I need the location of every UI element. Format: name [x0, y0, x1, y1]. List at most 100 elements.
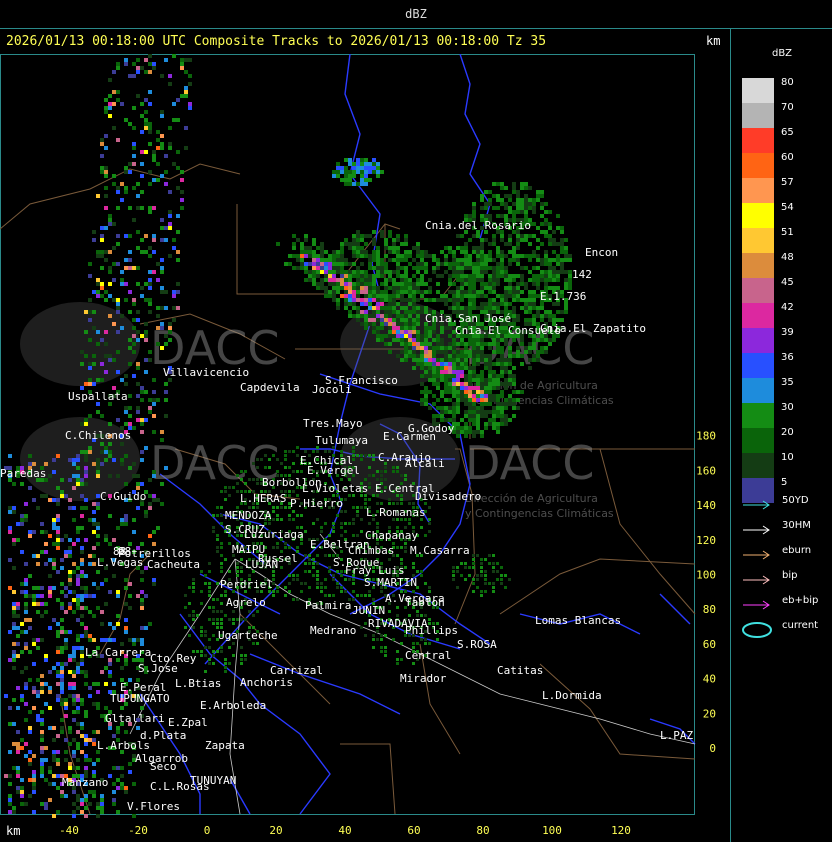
legend-value-10: 10: [781, 452, 794, 463]
track-arrow-icon: [743, 500, 770, 510]
legend-track-eb+bip: eb+bip: [741, 593, 831, 610]
legend-value-5: 5: [781, 477, 788, 488]
y-tick-label: 120: [696, 534, 716, 547]
y-tick-label: 20: [703, 707, 716, 720]
place-label: Alcali: [405, 457, 445, 470]
place-label: Agrelo: [226, 596, 266, 609]
legend-track-label: 50YD: [782, 495, 809, 506]
place-label: Gltallari: [105, 712, 165, 725]
composite-tracks-subtitle: 2026/01/13 00:18:00 UTC Composite Tracks…: [6, 34, 547, 49]
legend-swatch-30: [742, 403, 774, 428]
place-label: Luzuriaga: [244, 528, 304, 541]
x-tick-label: 40: [338, 824, 351, 837]
place-label: S.ROSA: [457, 638, 497, 651]
legend-value-35: 35: [781, 377, 794, 388]
legend-track-label: 30HM: [782, 520, 811, 531]
track-arrow-icon: [743, 575, 770, 585]
x-tick-label: 0: [204, 824, 211, 837]
place-label: Seco: [150, 760, 177, 773]
watermark-line2-2: y Contingencias Climáticas: [465, 507, 614, 520]
x-axis-ticks: -40 -20 0 20 40 60 80 100 120: [59, 824, 631, 837]
place-label: G.Godoy: [408, 422, 455, 435]
place-label: L.Dormida: [542, 689, 602, 702]
place-label: Uspallata: [68, 390, 128, 403]
y-tick-label: 180: [696, 430, 716, 443]
place-label: L.HERAS: [240, 492, 286, 505]
place-label: JUNIN: [352, 604, 385, 617]
place-label: Medrano: [310, 624, 356, 637]
place-label: Ugarteche: [218, 629, 278, 642]
place-label: La Carrera: [85, 646, 151, 659]
place-label: L.Violetas: [302, 482, 368, 495]
place-label: d.Plata: [140, 729, 186, 742]
legend-swatch-57: [742, 178, 774, 203]
place-label: Mirador: [400, 672, 447, 685]
legend-value-48: 48: [781, 252, 794, 263]
place-label: L.PAZ: [660, 729, 693, 742]
legend-value-51: 51: [781, 227, 794, 238]
legend-value-70: 70: [781, 102, 794, 113]
x-tick-label: 120: [611, 824, 631, 837]
track-arrow-icon: [743, 525, 770, 535]
y-axis-ticks: 180 160 140 120 100 80 60 40 20 0: [696, 430, 716, 755]
watermark-line1-2: Dirección de Agricultura: [465, 492, 598, 505]
place-label: Anchoris: [240, 676, 293, 689]
place-label: Catitas: [497, 664, 543, 677]
x-tick-label: 80: [476, 824, 489, 837]
km-unit-label-top: km: [706, 34, 721, 48]
place-label: L.Btias: [175, 677, 221, 690]
place-label: TUPUNGATO: [110, 692, 170, 705]
window-title: dBZ: [0, 0, 832, 29]
place-label: E.Zpal: [168, 716, 208, 729]
x-tick-label: -40: [59, 824, 79, 837]
legend-swatch-48: [742, 253, 774, 278]
legend-track-50YD: 50YD: [741, 493, 831, 510]
legend-track-label: current: [782, 620, 819, 631]
place-label: Cnia.El Zapatito: [540, 322, 646, 335]
place-label: C.L.Rosas: [150, 780, 210, 793]
legend-swatch-65: [742, 128, 774, 153]
legend-swatch-51: [742, 228, 774, 253]
x-tick-label: 60: [407, 824, 420, 837]
legend-value-54: 54: [781, 202, 794, 213]
legend-swatch-10: [742, 453, 774, 478]
legend-swatch-70: [742, 103, 774, 128]
place-label: Paredas: [0, 467, 46, 480]
radar-map[interactable]: DACC DACC Dirección de Agricultura y Con…: [0, 54, 730, 842]
legend-track-label: eb+bip: [782, 595, 819, 606]
legend-track-label: bip: [782, 570, 798, 581]
x-tick-label: 100: [542, 824, 562, 837]
place-label: Tablon: [405, 596, 445, 609]
legend-swatch-80: [742, 78, 774, 103]
legend-track-eburn: eburn: [741, 543, 831, 560]
place-label: Chapanay: [365, 529, 418, 542]
place-label: Villavicencio: [163, 366, 249, 379]
x-tick-label: -20: [128, 824, 148, 837]
place-label: S.Jose: [138, 662, 178, 675]
place-label: L.Romanas: [366, 506, 426, 519]
place-label: Central: [405, 649, 451, 662]
place-label: MENDOZA: [225, 509, 272, 522]
y-tick-label: 160: [696, 464, 716, 477]
radar-display: dBZ 2026/01/13 00:18:00 UTC Composite Tr…: [0, 0, 832, 842]
legend-value-45: 45: [781, 277, 794, 288]
legend-swatch-54: [742, 203, 774, 228]
place-label: C.Guido: [100, 490, 146, 503]
track-arrow-icon: [743, 600, 770, 610]
place-label: Cacheuta: [147, 558, 200, 571]
legend-value-39: 39: [781, 327, 794, 338]
y-tick-label: 40: [703, 673, 716, 686]
place-label: E.Arboleda: [200, 699, 266, 712]
legend-swatch-60: [742, 153, 774, 178]
place-label: Cnia.del Rosario: [425, 219, 531, 232]
legend-title: dBZ: [771, 48, 793, 59]
place-label: Capdevila: [240, 381, 300, 394]
legend-swatch-45: [742, 278, 774, 303]
place-label: Palmira: [305, 599, 351, 612]
y-tick-label: 80: [703, 603, 716, 616]
place-label: 142: [572, 268, 592, 281]
legend-value-60: 60: [781, 152, 794, 163]
y-tick-label: 100: [696, 569, 716, 582]
place-label: Russel: [258, 552, 298, 565]
watermark-brand-2: DACC: [150, 436, 280, 490]
